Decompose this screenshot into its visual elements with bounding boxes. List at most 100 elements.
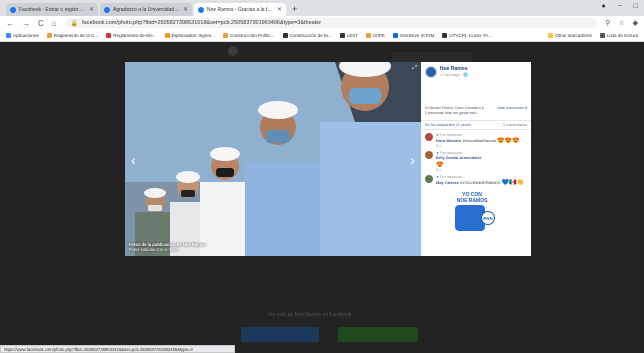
bookmark-item[interactable]: Reglamento de la C...	[46, 33, 98, 38]
browser-tab-noe-ramos[interactable]: Noe Ramos - Gracias a la familia ✕	[194, 3, 286, 16]
bookmark-icon	[106, 33, 112, 38]
more-reactions-link[interactable]: Más reacciones ▾	[497, 106, 527, 115]
avatar	[228, 46, 238, 56]
minimize-button[interactable]: −	[618, 3, 622, 10]
next-photo-arrow[interactable]: ›	[410, 152, 415, 168]
browser-toolbar: ← → C ⌂ 🔒 facebook.com/photo.php?fbid=25…	[0, 16, 644, 30]
profile-icon[interactable]: ●	[601, 3, 605, 10]
comment: ★ Fan destacado Bety Zavala Armendáriz 😍…	[421, 148, 531, 172]
commenter-name[interactable]: Nora Morales	[436, 138, 461, 143]
photo-illustration	[125, 62, 421, 256]
reactions-text[interactable]: A Manuel Flores, Clara Caballero y 2 per…	[425, 106, 487, 115]
address-bar[interactable]: 🔒 facebook.com/photo.php?fbid=2505827398…	[64, 18, 598, 28]
tab-title: Facebook - Entrar o registrarse	[19, 6, 86, 13]
bookmark-item[interactable]: Construcción de fa...	[282, 33, 332, 38]
facebook-icon	[10, 6, 16, 13]
bookmark-icon	[366, 33, 372, 38]
bookmark-item[interactable]: UTVCPL-Curso-TA...	[442, 33, 492, 38]
card-text: YO CON NOE RAMOS	[456, 192, 488, 205]
see-more-text: Ver más de Noe Ramos en Facebook	[268, 312, 352, 318]
share-bar: Se ha compartido 11 veces 0 comentarios	[421, 120, 531, 131]
comment-text: #YoconNoeRamos	[462, 138, 496, 144]
comments-count[interactable]: 0 comentarios	[503, 123, 527, 127]
login-button[interactable]	[241, 327, 319, 342]
comment-time[interactable]: 9 d	[436, 144, 520, 148]
reading-list-icon	[599, 33, 605, 38]
tab-strip: Facebook - Entrar o registrarse ✕ Agrade…	[0, 0, 644, 16]
commenter-name[interactable]: Bety Zavala Armendáriz	[436, 155, 481, 160]
apps-icon	[6, 33, 11, 38]
pan-logo: PAN	[481, 211, 495, 226]
comment-emoji: 😍	[436, 162, 444, 169]
bookmarks-right: Otros marcadores Lista de lectura	[548, 33, 638, 38]
back-button[interactable]: ←	[6, 19, 14, 28]
theater-photo[interactable]: ‹ › ⤢ Fotos de la publicación de Noe Ram…	[125, 62, 421, 256]
photo-details-panel: Noe Ramos 17 de mayo · 🌐 A Manuel Flores…	[421, 62, 531, 256]
comment-text: #YOCONNOERAMOS	[460, 180, 501, 186]
comment-time[interactable]: 9 d	[436, 168, 481, 172]
photo-caption: Fotos de la publicación de Noe Ramos Fot…	[129, 242, 206, 252]
close-tab-icon[interactable]: ✕	[277, 6, 282, 13]
other-bookmarks[interactable]: Otros marcadores	[548, 33, 592, 38]
comment-body: ★ Fan destacado May Chávez #YOCONNOERAMO…	[436, 175, 524, 186]
bookmark-item[interactable]: LEST	[339, 33, 358, 38]
status-bar-url: https://www.facebook.com/photo.php?fbid=…	[0, 345, 235, 353]
lock-icon[interactable]: 🔒	[71, 20, 78, 27]
commenter-avatar[interactable]	[425, 133, 433, 142]
create-account-button[interactable]	[338, 327, 418, 342]
window-controls: ● − □	[601, 3, 638, 10]
browser-tab-universidad[interactable]: Agradezco a la Universidad ... - V ✕	[100, 3, 192, 16]
bookmark-item[interactable]: ISIPE	[366, 33, 385, 38]
tab-title: Noe Ramos - Gracias a la familia	[207, 6, 274, 13]
zoom-icon[interactable]: ⚲	[605, 19, 610, 27]
reload-button[interactable]: C	[38, 19, 44, 28]
onedrive-icon	[392, 33, 398, 38]
comment: ★ Fan destacado May Chávez #YOCONNOERAMO…	[421, 172, 531, 186]
close-tab-icon[interactable]: ✕	[89, 6, 94, 13]
bookmark-item[interactable]: Diplomados: Ingres...	[164, 33, 215, 38]
bookmark-icon	[339, 33, 345, 38]
facebook-icon	[104, 6, 110, 13]
post-header: Noe Ramos 17 de mayo · 🌐	[421, 62, 531, 80]
commenter-avatar[interactable]	[425, 175, 433, 184]
author-avatar[interactable]	[425, 66, 437, 78]
comment-image-card[interactable]: YO CON NOE RAMOS PAN	[441, 189, 503, 232]
browser-tab-facebook-login[interactable]: Facebook - Entrar o registrarse ✕	[6, 3, 98, 16]
shares-link[interactable]: Se ha compartido 11 veces	[425, 123, 471, 127]
forward-button[interactable]: →	[22, 19, 30, 28]
bookmark-apps[interactable]: Aplicaciones	[6, 33, 39, 38]
facebook-icon	[198, 6, 204, 13]
new-tab-button[interactable]: +	[292, 4, 297, 14]
reading-list[interactable]: Lista de lectura	[599, 33, 638, 38]
post-time[interactable]: 17 de mayo · 🌐	[440, 72, 468, 77]
fullscreen-icon[interactable]: ⤢	[412, 65, 417, 72]
close-tab-icon[interactable]: ✕	[183, 6, 188, 13]
bookmark-icon	[46, 33, 52, 38]
comment-emoji: 💙🇲🇽👏	[501, 180, 525, 187]
commenter-name[interactable]: May Chávez	[436, 180, 459, 185]
bookmark-icon	[223, 33, 229, 38]
bookmark-icon	[442, 33, 448, 38]
extension-icon[interactable]: ◆	[633, 19, 638, 27]
commenter-avatar[interactable]	[425, 151, 433, 160]
previous-photo-arrow[interactable]: ‹	[131, 152, 136, 168]
bookmark-item[interactable]: OneDrive ISTAM	[392, 33, 434, 38]
reactions-summary: A Manuel Flores, Clara Caballero y 2 per…	[421, 106, 531, 115]
bookmark-item[interactable]: Reglamento-de-Ele...	[106, 33, 157, 38]
caption-subtitle: Fotos subidas con el móvil	[129, 247, 179, 252]
bookmarks-bar: Aplicaciones Reglamento de la C... Regla…	[0, 30, 644, 42]
comment: ★ Fan destacado Nora Morales #YoconNoeRa…	[421, 130, 531, 148]
bookmark-icon	[164, 33, 170, 38]
address-url: facebook.com/photo.php?fbid=250582739863…	[82, 20, 322, 26]
toolbar-actions: ⚲ ☆ ◆	[605, 19, 638, 27]
comment-emoji: 😍😍😍	[497, 138, 520, 145]
bookmark-star-icon[interactable]: ☆	[618, 19, 624, 27]
tab-title: Agradezco a la Universidad ... - V	[113, 6, 180, 13]
author-info: Noe Ramos 17 de mayo · 🌐	[440, 66, 468, 78]
comment-body: ★ Fan destacado Bety Zavala Armendáriz 😍…	[436, 151, 481, 172]
maximize-button[interactable]: □	[634, 3, 638, 10]
bookmark-icon	[282, 33, 288, 38]
home-button[interactable]: ⌂	[52, 19, 57, 28]
bookmark-item[interactable]: Construcción Polític...	[223, 33, 275, 38]
comment-body: ★ Fan destacado Nora Morales #YoconNoeRa…	[436, 133, 520, 148]
